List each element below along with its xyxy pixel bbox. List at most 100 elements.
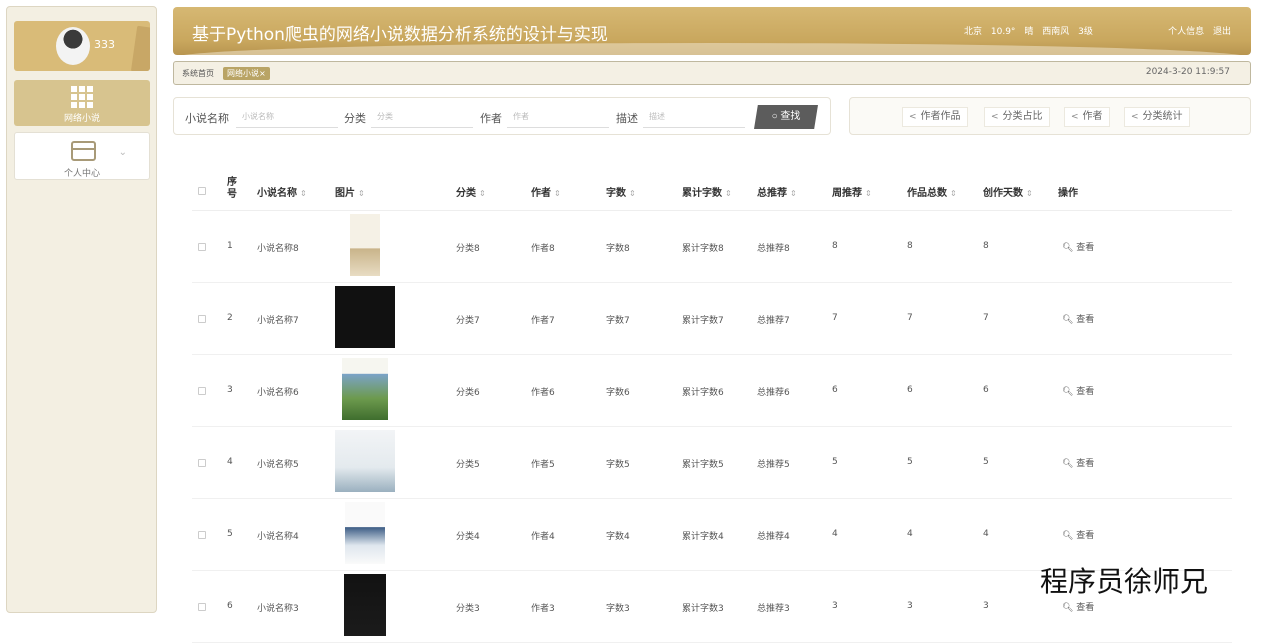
row-checkbox[interactable] <box>198 387 206 395</box>
sort-icon: ⇕ <box>865 189 872 198</box>
col-index: 序号 <box>227 177 237 200</box>
col-total-rec[interactable]: 总推荐 ⇕ <box>757 184 797 199</box>
row-author: 作者4 <box>531 532 555 542</box>
view-button[interactable]: 🔍︎ 查看 <box>1062 240 1094 253</box>
action-label: 作者 <box>1082 111 1103 122</box>
table-row[interactable]: 2 小说名称7 分类7 作者7 字数7 累计字数7 总推荐7 7 7 7 🔍︎ 查看 <box>192 283 1232 355</box>
row-category: 分类5 <box>456 460 480 470</box>
row-week-rec: 6 <box>832 385 838 395</box>
col-category[interactable]: 分类 ⇕ <box>456 184 486 199</box>
tab-novels[interactable]: 网络小说× <box>223 67 270 80</box>
row-checkbox[interactable] <box>198 315 206 323</box>
author-works-button[interactable]: < 作者作品 <box>902 107 968 127</box>
search-button[interactable]: ○ 查找 <box>754 105 818 129</box>
row-words: 字数8 <box>606 244 630 254</box>
category-input[interactable] <box>371 106 473 128</box>
share-icon: < <box>991 112 999 122</box>
author-button[interactable]: < 作者 <box>1064 107 1110 127</box>
table-row[interactable]: 4 小说名称5 分类5 作者5 字数5 累计字数5 总推荐5 5 5 5 🔍︎ 查看 <box>192 427 1232 499</box>
view-button[interactable]: 🔍︎ 查看 <box>1062 528 1094 541</box>
col-author[interactable]: 作者 ⇕ <box>531 184 561 199</box>
close-icon[interactable]: × <box>259 69 266 78</box>
col-days[interactable]: 创作天数 ⇕ <box>983 184 1033 199</box>
col-week-rec[interactable]: 周推荐 ⇕ <box>832 184 872 199</box>
action-label: 作者作品 <box>920 111 961 122</box>
category-share-button[interactable]: < 分类占比 <box>984 107 1050 127</box>
row-total-rec: 总推荐4 <box>757 532 790 542</box>
book-cover-image <box>344 574 386 636</box>
row-author: 作者5 <box>531 460 555 470</box>
col-image-label: 图片 <box>335 188 355 199</box>
view-label: 查看 <box>1076 603 1095 613</box>
col-total-words[interactable]: 累计字数 ⇕ <box>682 184 732 199</box>
row-works: 5 <box>907 457 913 467</box>
row-works: 8 <box>907 241 913 251</box>
view-button[interactable]: 🔍︎ 查看 <box>1062 600 1094 613</box>
row-checkbox[interactable] <box>198 243 206 251</box>
book-cover-image <box>345 502 385 564</box>
row-total-rec: 总推荐5 <box>757 460 790 470</box>
weather-city: 北京 <box>964 27 983 37</box>
col-action: 操作 <box>1058 188 1078 199</box>
col-works[interactable]: 作品总数 ⇕ <box>907 184 957 199</box>
row-words: 字数6 <box>606 388 630 398</box>
category-stats-button[interactable]: < 分类统计 <box>1124 107 1190 127</box>
row-name: 小说名称6 <box>257 388 299 398</box>
row-total-words: 累计字数7 <box>682 316 724 326</box>
sidebar-item-novels[interactable]: 网络小说 <box>14 80 150 126</box>
search-icon: 🔍︎ <box>1062 531 1077 541</box>
view-button[interactable]: 🔍︎ 查看 <box>1062 456 1094 469</box>
datetime: 2024-3-20 11:9:57 <box>1145 67 1230 77</box>
view-label: 查看 <box>1076 315 1095 325</box>
col-image[interactable]: 图片 ⇕ <box>335 184 365 199</box>
row-checkbox[interactable] <box>198 603 206 611</box>
col-name[interactable]: 小说名称 ⇕ <box>257 184 307 199</box>
action-label: 分类统计 <box>1142 111 1183 122</box>
select-all-checkbox[interactable] <box>198 187 206 195</box>
row-total-rec: 总推荐3 <box>757 604 790 614</box>
chevron-down-icon: ⌄ <box>118 147 127 158</box>
row-name: 小说名称5 <box>257 460 299 470</box>
row-week-rec: 8 <box>832 241 838 251</box>
sidebar-item-personal-center[interactable]: ⌄ 个人中心 <box>14 132 150 180</box>
row-days: 3 <box>983 601 989 611</box>
row-index: 2 <box>227 313 233 323</box>
row-total-rec: 总推荐8 <box>757 244 790 254</box>
weather-info: 北京 10.9° 晴 西南风 3级 <box>964 24 1099 37</box>
row-week-rec: 3 <box>832 601 838 611</box>
header-banner: 基于Python爬虫的网络小说数据分析系统的设计与实现 北京 10.9° 晴 西… <box>173 7 1251 55</box>
row-category: 分类8 <box>456 244 480 254</box>
table-row[interactable]: 3 小说名称6 分类6 作者6 字数6 累计字数6 总推荐6 6 6 6 🔍︎ 查看 <box>192 355 1232 427</box>
book-cover-image <box>342 358 388 420</box>
sort-icon: ⇕ <box>950 189 957 198</box>
search-icon: 🔍︎ <box>1062 459 1077 469</box>
col-words[interactable]: 字数 ⇕ <box>606 184 636 199</box>
view-button[interactable]: 🔍︎ 查看 <box>1062 384 1094 397</box>
search-button-label: 查找 <box>780 111 801 122</box>
view-label: 查看 <box>1076 243 1095 253</box>
row-checkbox[interactable] <box>198 531 206 539</box>
weather-temp: 10.9° <box>990 27 1016 37</box>
tab-home[interactable]: 系统首页 <box>178 67 218 80</box>
table-row[interactable]: 1 小说名称8 分类8 作者8 字数8 累计字数8 总推荐8 8 8 8 🔍︎ 查看 <box>192 211 1232 283</box>
user-card[interactable]: 333 <box>14 21 150 71</box>
profile-link[interactable]: 个人信息 <box>1168 27 1204 37</box>
sort-icon: ⇕ <box>554 189 561 198</box>
row-name: 小说名称4 <box>257 532 299 542</box>
row-total-words: 累计字数6 <box>682 388 724 398</box>
row-total-words: 累计字数8 <box>682 244 724 254</box>
logout-link[interactable]: 退出 <box>1213 27 1231 37</box>
col-name-label: 小说名称 <box>257 188 297 199</box>
watermark: 程序员徐师兄 <box>1040 565 1209 598</box>
view-button[interactable]: 🔍︎ 查看 <box>1062 312 1094 325</box>
col-week-rec-label: 周推荐 <box>832 188 862 199</box>
tab-bar: 系统首页 网络小说× 2024-3-20 11:9:57 <box>173 61 1251 85</box>
row-days: 5 <box>983 457 989 467</box>
row-category: 分类4 <box>456 532 480 542</box>
desc-input[interactable] <box>643 106 745 128</box>
author-input[interactable] <box>507 106 609 128</box>
sort-icon: ⇕ <box>300 189 307 198</box>
name-input[interactable] <box>236 106 338 128</box>
row-checkbox[interactable] <box>198 459 206 467</box>
sort-icon: ⇕ <box>790 189 797 198</box>
